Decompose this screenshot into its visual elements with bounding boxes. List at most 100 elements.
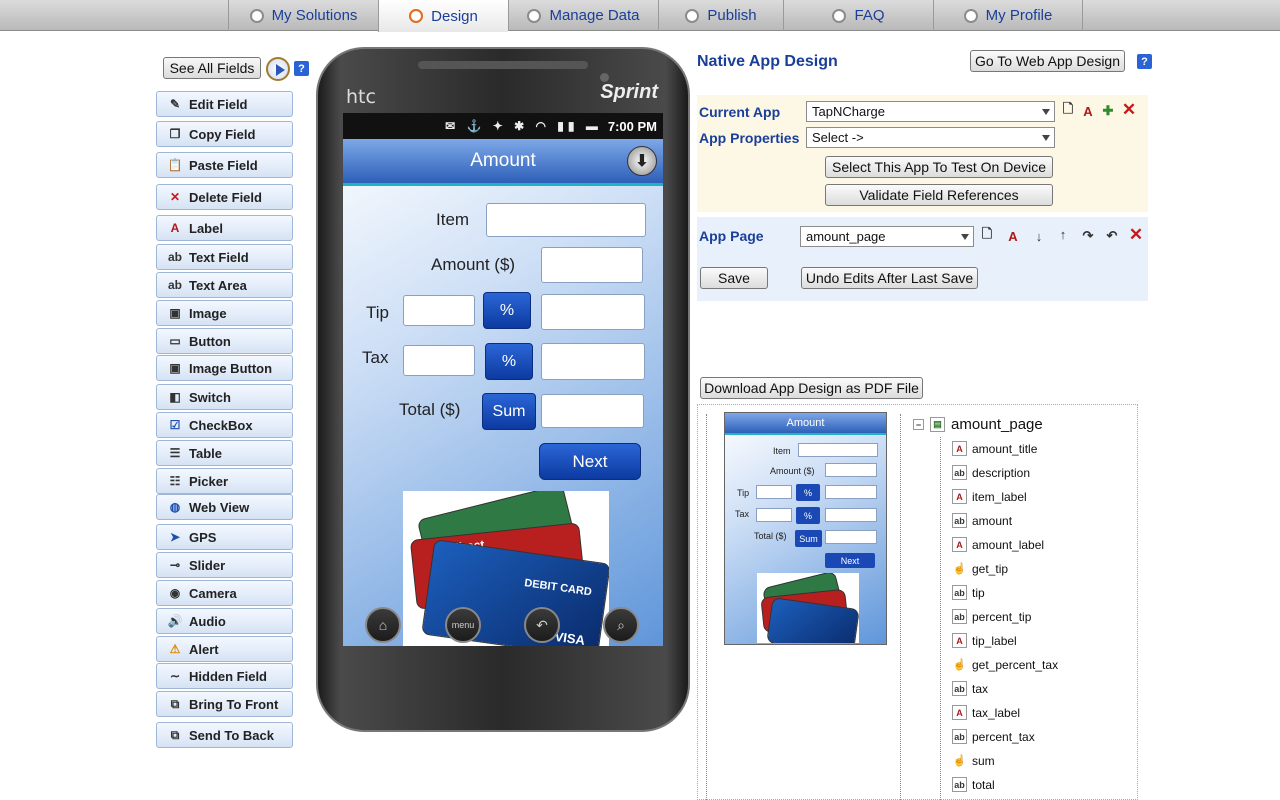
sum-button[interactable]: Sum (482, 393, 536, 430)
tab-label: My Solutions (271, 7, 358, 24)
tree-item[interactable]: ab total (952, 777, 995, 792)
tip-percent-button[interactable]: % (483, 292, 531, 329)
tab-my-profile[interactable]: My Profile (933, 0, 1083, 31)
tool-table-button[interactable]: ☰ Table (156, 440, 293, 466)
tool-label: Table (189, 445, 222, 461)
tree-item[interactable]: Aamount_label (952, 537, 1044, 552)
text-field-icon: ab (952, 777, 967, 792)
tree-item[interactable]: ☝ get_percent_tax (952, 657, 1058, 672)
tax-percent-button[interactable]: % (485, 343, 533, 380)
tool-image-button[interactable]: ▣ Image (156, 300, 293, 326)
tool-label: Image Button (189, 360, 273, 376)
tool-hidden-field-button[interactable]: ∼ Hidden Field (156, 663, 293, 689)
app-page-select[interactable]: amount_page (800, 226, 974, 247)
redo-icon[interactable]: ↷ (1080, 228, 1096, 244)
tool-camera-button[interactable]: ◉ Camera (156, 580, 293, 606)
page-preview[interactable]: Amount Item Amount ($) Tip % Tax % Total… (724, 412, 887, 645)
delete-app-icon[interactable]: ✕ (1121, 100, 1137, 119)
rename-icon[interactable]: A (1080, 103, 1096, 119)
preview-next-button: Next (825, 553, 875, 568)
menu-icon[interactable]: menu (445, 607, 481, 643)
tool-copy-field-button[interactable]: ❐ Copy Field (156, 121, 293, 147)
tree-item[interactable]: ab percent_tip (952, 609, 1031, 624)
tool-gps-button[interactable]: ➤ GPS (156, 524, 293, 550)
tab-my-solutions[interactable]: My Solutions (228, 0, 378, 31)
tree-item[interactable]: ab description (952, 465, 1030, 480)
tool-button-button[interactable]: ▭ Button (156, 328, 293, 354)
tree-item[interactable]: Atax_label (952, 705, 1020, 720)
go-to-web-app-design-button[interactable]: Go To Web App Design (970, 50, 1125, 72)
tool-picker-button[interactable]: ☷ Picker (156, 468, 293, 494)
tool-web-view-button[interactable]: ◍ Web View (156, 494, 293, 520)
app-properties-select[interactable]: Select -> (806, 127, 1055, 148)
help-icon[interactable]: ? (294, 61, 309, 76)
copy-app-icon[interactable]: ✚ (1100, 103, 1116, 119)
tab-publish[interactable]: Publish (658, 0, 783, 31)
tool-audio-button[interactable]: 🔊 Audio (156, 608, 293, 634)
download-icon[interactable]: ⬇ (627, 146, 657, 176)
tool-checkbox-button[interactable]: ☑ CheckBox (156, 412, 293, 438)
back-icon[interactable]: ↶ (524, 607, 560, 643)
tip-input[interactable] (403, 295, 475, 326)
tree-item-label: amount_label (972, 537, 1045, 552)
undo-edits-button[interactable]: Undo Edits After Last Save (801, 267, 978, 289)
image-icon: ▣ (169, 306, 181, 320)
see-all-fields-button[interactable]: See All Fields (163, 57, 261, 79)
collapse-icon[interactable]: − (913, 419, 924, 430)
tree-item[interactable]: ab percent_tax (952, 729, 1035, 744)
tree-item[interactable]: ab tip (952, 585, 985, 600)
tree-item[interactable]: Aitem_label (952, 489, 1027, 504)
tool-label-button[interactable]: A Label (156, 215, 293, 241)
total-input[interactable] (541, 394, 644, 428)
percent-tip-input[interactable] (541, 294, 645, 330)
tool-slider-button[interactable]: ⊸ Slider (156, 552, 293, 578)
tool-text-area-button[interactable]: ab Text Area (156, 272, 293, 298)
home-icon[interactable]: ⌂ (365, 607, 401, 643)
percent-tax-input[interactable] (541, 343, 645, 380)
arrow-up-icon[interactable]: ↑ (1055, 226, 1071, 242)
tool-paste-field-button[interactable]: 📋 Paste Field (156, 152, 293, 178)
select-app-to-test-button[interactable]: Select This App To Test On Device (825, 156, 1053, 178)
delete-page-icon[interactable]: ✕ (1128, 225, 1144, 244)
tool-text-field-button[interactable]: ab Text Field (156, 244, 293, 270)
tool-delete-field-button[interactable]: ✕ Delete Field (156, 184, 293, 210)
download-pdf-button[interactable]: Download App Design as PDF File (700, 377, 923, 399)
undo-icon[interactable]: ↶ (1104, 228, 1120, 244)
amount-input[interactable] (541, 247, 643, 283)
tab-manage-data[interactable]: Manage Data (508, 0, 658, 31)
search-icon[interactable]: ⌕ (603, 607, 639, 643)
tool-edit-field-button[interactable]: ✎ Edit Field (156, 91, 293, 117)
checkbox-icon: ☑ (169, 418, 181, 432)
tree-item-label: percent_tip (972, 609, 1032, 624)
current-app-select[interactable]: TapNCharge (806, 101, 1055, 122)
tool-alert-button[interactable]: ⚠ Alert (156, 636, 293, 662)
tool-image-button-button[interactable]: ▣ Image Button (156, 355, 293, 381)
tree-root-label: amount_page (951, 416, 1043, 433)
tool-bring-to-front-button[interactable]: ⧉ Bring To Front (156, 691, 293, 717)
tree-item[interactable]: ab tax (952, 681, 988, 696)
tree-item-label: total (972, 777, 995, 792)
tree-item[interactable]: Aamount_title (952, 441, 1037, 456)
tree-item[interactable]: ☝ get_tip (952, 561, 1008, 576)
tree-item[interactable]: ☝ sum (952, 753, 995, 768)
help-icon[interactable]: ? (1137, 54, 1152, 69)
tab-faq[interactable]: FAQ (783, 0, 933, 31)
arrow-down-icon[interactable]: ↓ (1031, 228, 1047, 244)
rename-page-icon[interactable]: A (1005, 228, 1021, 244)
tree-root[interactable]: − ▤ amount_page (913, 416, 1043, 433)
top-navigation: My Solutions Design Manage Data Publish … (0, 0, 1280, 32)
next-button[interactable]: Next (539, 443, 641, 480)
tool-switch-button[interactable]: ◧ Switch (156, 384, 293, 410)
tab-design[interactable]: Design (378, 0, 508, 32)
tree-item[interactable]: Atip_label (952, 633, 1017, 648)
item-input[interactable] (486, 203, 646, 237)
tree-item[interactable]: ab amount (952, 513, 1012, 528)
validate-field-references-button[interactable]: Validate Field References (825, 184, 1053, 206)
new-page-icon[interactable]: 🗋 (979, 226, 995, 244)
play-icon[interactable] (266, 57, 290, 81)
tax-input[interactable] (403, 345, 475, 376)
new-page-icon[interactable]: 🗋 (1060, 101, 1076, 119)
save-button[interactable]: Save (700, 267, 768, 289)
tool-send-to-back-button[interactable]: ⧉ Send To Back (156, 722, 293, 748)
tree-item-label: tip (972, 585, 985, 600)
